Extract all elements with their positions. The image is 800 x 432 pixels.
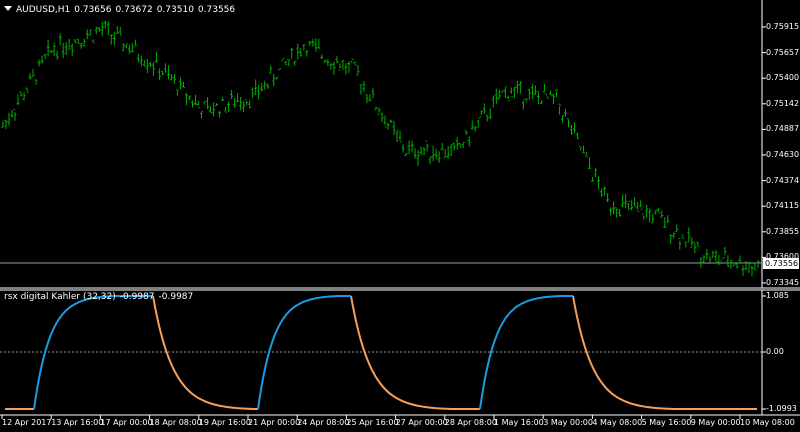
time-label: 28 Apr 08:00 [444,418,497,427]
time-label: 1 May 16:00 [494,418,544,427]
current-price-box: 0.73556 [763,258,799,269]
price-label: 0.75400 [766,73,800,83]
time-label: 9 May 00:00 [690,418,741,427]
time-label: 27 Apr 00:00 [395,418,448,427]
price-label: 0.75142 [766,98,800,108]
time-label: 4 May 08:00 [592,418,643,427]
indicator-value-1: -0.9987 [119,292,155,302]
price-label: 0.74630 [766,150,800,159]
price-label: 0.75915 [766,22,800,31]
time-label: 13 Apr 16:00 [51,418,104,427]
low-price: 0.73510 [156,5,194,15]
price-label: 0.74887 [766,124,800,134]
price-label: 0.74115 [766,201,800,211]
time-label: 12 Apr 2017 [2,418,52,427]
indicator-value-2: -0.9987 [158,292,194,302]
open-price: 0.73656 [74,5,112,15]
indicator-header: rsx digital Kahler (32,32) -0.9987 -0.9987 [4,291,193,303]
price-label: 0.75657 [766,47,800,57]
time-label: 17 Apr 00:00 [100,418,153,427]
time-label: 10 May 08:00 [740,418,795,427]
time-label: 18 Apr 08:00 [149,418,202,427]
indicator-level-label: 1.085 [766,291,789,300]
main-chart-header: AUDUSD,H1 0.73656 0.73672 0.73510 0.73556 [4,4,235,16]
collapse-triangle-icon[interactable] [4,6,12,11]
price-label: 0.73855 [766,226,800,236]
high-price: 0.73672 [115,5,153,15]
time-label: 21 Apr 00:00 [248,418,301,427]
time-label: 19 Apr 16:00 [198,418,251,427]
time-label: 25 Apr 16:00 [346,418,399,427]
chart-canvas[interactable] [0,0,800,432]
indicator-level-label: 0.00 [766,347,784,356]
time-label: 5 May 16:00 [641,418,692,427]
price-label: 0.73345 [766,278,800,287]
close-price: 0.73556 [197,5,236,15]
time-label: 24 Apr 08:00 [297,418,350,427]
indicator-level-label: -1.0993 [766,404,797,413]
indicator-title: rsx digital Kahler (32,32) [4,292,116,302]
time-label: 3 May 00:00 [543,418,593,427]
price-label: 0.74374 [766,175,800,185]
symbol-label: AUDUSD,H1 [16,5,71,15]
